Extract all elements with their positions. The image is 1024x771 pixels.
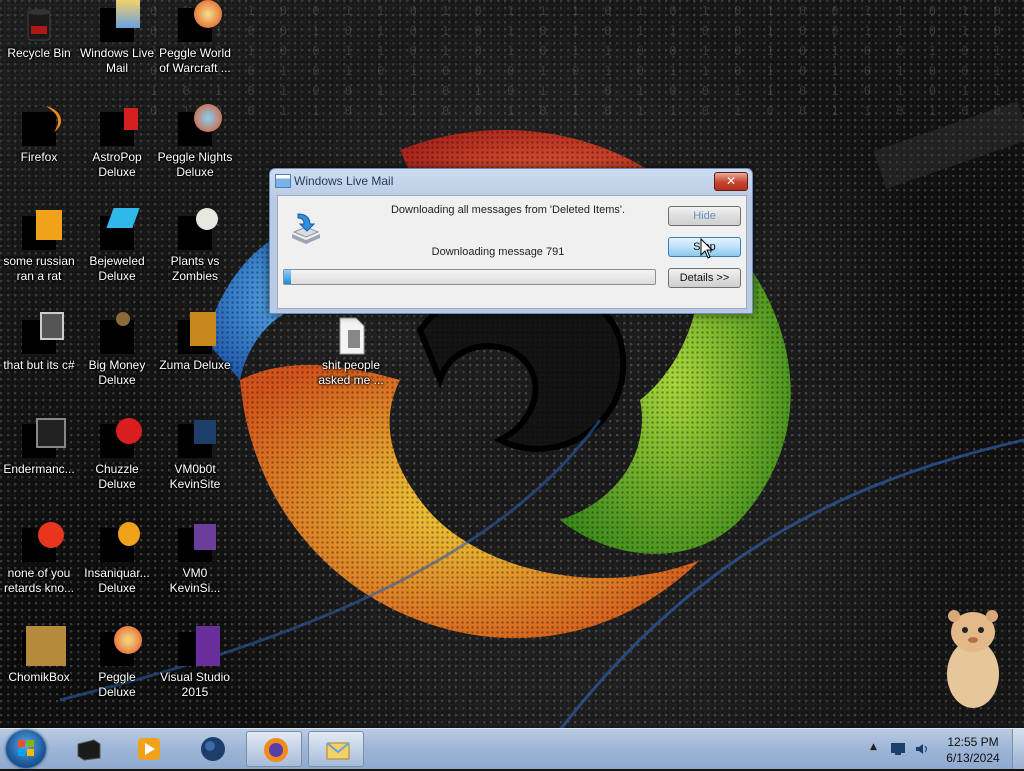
stacked-windows-icon: [22, 312, 64, 354]
start-button[interactable]: [6, 730, 46, 768]
firefox-icon: [264, 738, 288, 762]
program-icon: [22, 210, 62, 250]
flower-icon: [178, 208, 218, 250]
download-progress-bar: [283, 269, 656, 285]
taskbar-item-globe[interactable]: [184, 731, 240, 767]
clock[interactable]: 12:55 PM 6/13/2024: [940, 734, 1006, 766]
taskbar-item-terminal[interactable]: [60, 731, 116, 767]
progress-fill: [284, 270, 292, 284]
desktop-icon-insaniquarium-deluxe[interactable]: Insaniquar... Deluxe: [78, 522, 156, 596]
desktop-icon-astropop-deluxe[interactable]: AstroPop Deluxe: [78, 106, 156, 180]
desktop: 0 1 1 1 0 0 1 1 0 1 0 1 1 1 0 1 0 1 0 1 …: [0, 0, 1024, 728]
desktop-icon-chuzzle-deluxe[interactable]: Chuzzle Deluxe: [78, 418, 156, 492]
clock-date: 6/13/2024: [946, 751, 1000, 765]
desktop-icon-peggle-nights-deluxe[interactable]: Peggle Nights Deluxe: [156, 104, 234, 180]
desktop-icon-recycle-bin[interactable]: Recycle Bin: [0, 2, 78, 61]
download-progress-dialog: Windows Live Mail ✕ Downloading all mess…: [269, 168, 753, 314]
recycle-bin-icon: [22, 8, 56, 42]
fish-icon: [100, 522, 140, 562]
clock-time: 12:55 PM: [947, 735, 999, 749]
dialog-status: Downloading message 791: [431, 246, 565, 258]
dialog-titlebar[interactable]: Windows Live Mail ✕: [270, 169, 752, 193]
mail-icon: [100, 0, 140, 42]
dialog-body: Downloading all messages from 'Deleted I…: [277, 195, 747, 309]
dialog-title: Windows Live Mail: [294, 174, 394, 188]
taskbar-item-firefox[interactable]: [246, 731, 302, 767]
gem-icon: [100, 208, 140, 250]
chomikbox-icon: [22, 626, 66, 666]
wallpaper-binary-row: 0 1 0 0 1 1 0 1 1 0 0 1 0 1 0 1 1 0 1 0 …: [150, 104, 1024, 118]
desktop-icon-zuma-deluxe[interactable]: Zuma Deluxe: [156, 312, 234, 373]
show-desktop-button[interactable]: [1012, 729, 1024, 769]
desktop-icon-visual-studio-2015[interactable]: Visual Studio 2015: [156, 626, 234, 700]
wallpaper-binary-row: 1 0 0 1 0 0 1 1 0 1 0 1 0 1 1 0 0 1 0 1 …: [150, 44, 1024, 58]
wallpaper-binary-row: 0 1 1 0 0 1 0 1 0 1 0 1 0 1 0 1 1 0 0 1 …: [150, 24, 1024, 38]
wallpaper-binary-row: 0 0 1 0 1 0 1 0 1 0 0 0 1 0 1 0 1 1 0 1 …: [150, 64, 1024, 78]
taskbar-item-windows-live-mail[interactable]: [308, 731, 364, 767]
close-button[interactable]: ✕: [714, 172, 748, 191]
desktop-icon-that-but-its-csharp[interactable]: that but its c#: [0, 312, 78, 373]
peggle-icon: [100, 626, 142, 666]
firefox-icon: [22, 106, 61, 146]
details-button[interactable]: Details >>: [668, 268, 741, 288]
mail-icon: [326, 742, 350, 760]
desktop-icon-endermanc[interactable]: Endermanc...: [0, 418, 78, 477]
file-icon: [334, 317, 368, 355]
astropop-icon: [100, 108, 138, 146]
desktop-icon-peggle-deluxe[interactable]: Peggle Deluxe: [78, 626, 156, 700]
taskbar: ▲ 12:55 PM 6/13/2024: [0, 728, 1024, 769]
desktop-icon-some-russian-ran-a-rat[interactable]: some russian ran a rat: [0, 210, 78, 284]
desktop-icon-vm0b0t-kevinsite[interactable]: VM0b0t KevinSite: [156, 418, 234, 492]
media-player-icon: [138, 738, 160, 760]
desktop-icon-firefox[interactable]: Firefox: [0, 106, 78, 165]
peggle-nights-icon: [178, 104, 222, 146]
desktop-icon-none-of-you[interactable]: none of you retards kno...: [0, 522, 78, 596]
desktop-icon-plants-vs-zombies[interactable]: Plants vs Zombies: [156, 208, 234, 284]
chuzzle-icon: [100, 418, 142, 458]
vm-icon: [178, 524, 216, 562]
desktop-icon-vm0-kevinsite[interactable]: VM0 KevinSi...: [156, 522, 234, 596]
hide-button[interactable]: Hide: [668, 206, 741, 226]
wallpaper-binary-row: 1 0 1 0 1 0 0 1 1 0 1 0 1 1 0 1 0 0 1 1 …: [150, 84, 1024, 98]
dialog-message: Downloading all messages from 'Deleted I…: [390, 204, 626, 216]
terminal-icon: [22, 418, 66, 458]
visual-studio-icon: [178, 626, 220, 666]
globe-icon: [201, 737, 225, 761]
volume-icon[interactable]: [914, 742, 930, 756]
desktop-icon-shit-people-asked-me[interactable]: shit people asked me ...: [312, 314, 390, 388]
wallpaper-binary-row: 0 1 1 1 0 0 1 1 0 1 0 1 1 1 0 1 0 1 0 1 …: [150, 4, 1024, 18]
network-icon[interactable]: [890, 742, 906, 756]
mouse-cursor-icon: [700, 238, 714, 259]
windows-logo-icon: [18, 740, 34, 756]
desktop-icon-peggle-world-of-warcraft[interactable]: Peggle World of Warcraft ...: [156, 0, 234, 76]
black-box-icon: [77, 739, 101, 761]
desktop-icon-bejeweled-deluxe[interactable]: Bejeweled Deluxe: [78, 208, 156, 284]
download-arrow-icon: [292, 213, 320, 244]
desktop-icon-big-money-deluxe[interactable]: Big Money Deluxe: [78, 312, 156, 388]
program-icon: [22, 522, 64, 562]
money-bag-icon: [100, 312, 134, 354]
desktop-icon-windows-live-mail[interactable]: Windows Live Mail: [78, 0, 156, 76]
peggle-icon: [178, 0, 222, 42]
show-hidden-icons-button[interactable]: ▲: [870, 742, 877, 752]
hamster-gadget[interactable]: [938, 602, 1008, 712]
taskbar-item-media-player[interactable]: [120, 731, 176, 767]
desktop-icon-chomikbox[interactable]: ChomikBox: [0, 626, 78, 685]
vm-icon: [178, 420, 216, 458]
windows-live-mail-icon: [275, 174, 291, 188]
zuma-icon: [178, 312, 216, 354]
